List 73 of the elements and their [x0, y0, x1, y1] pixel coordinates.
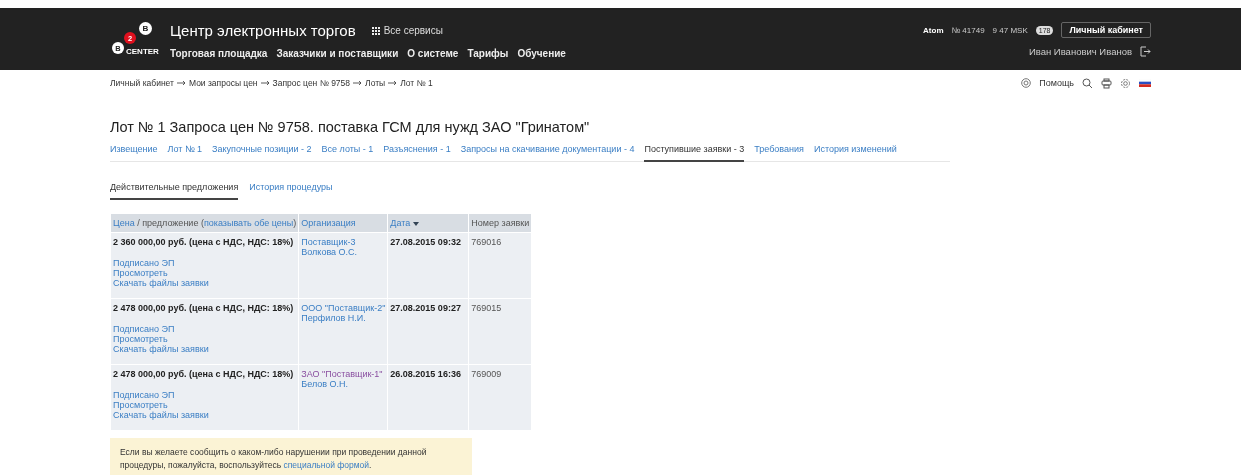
site-title[interactable]: Центр электронных торгов: [170, 22, 356, 39]
bid-number: 769015: [471, 303, 503, 313]
bid-link[interactable]: Подписано ЭП: [113, 258, 297, 268]
breadcrumb-link[interactable]: Мои запросы цен: [188, 78, 258, 88]
page-title: Лот № 1 Запроса цен № 9758. поставка ГСМ для нужд ЗАО "Гринатом": [110, 119, 591, 135]
notice-text: Если вы желаете сообщить о каком-либо нарушении при проведении данной процедуры, пожалуйста, воспользуйтесь специальной формой.: [110, 438, 472, 475]
arrow-icon: [388, 80, 398, 86]
sort-desc-icon: [412, 222, 419, 226]
organization-link[interactable]: ООО "Поставщик-2": [301, 303, 386, 313]
subtab[interactable]: Действительные предложения: [110, 179, 239, 200]
flag-icon[interactable]: [1139, 79, 1151, 87]
bid-link[interactable]: Подписано ЭП: [113, 390, 297, 400]
help-link[interactable]: Помощь: [1039, 78, 1074, 88]
bid-number: 769009: [471, 369, 503, 379]
nav-link[interactable]: О системе: [407, 48, 459, 59]
contact-link[interactable]: Волкова О.С.: [301, 247, 386, 257]
bid-link[interactable]: Скачать файлы заявки: [113, 410, 297, 420]
logout-icon[interactable]: [1140, 46, 1151, 57]
date-text: 27.08.2015 09:27: [390, 303, 462, 313]
organization-link[interactable]: Поставщик-3: [301, 237, 386, 247]
arrow-icon: [176, 80, 186, 86]
bid-link[interactable]: Скачать файлы заявки: [113, 278, 297, 288]
column-header: Номер заявки: [469, 214, 532, 232]
contact-link[interactable]: Белов О.Н.: [301, 379, 386, 389]
column-header[interactable]: Дата: [390, 218, 411, 228]
sort-link[interactable]: Цена: [113, 218, 135, 228]
price-text: 2 360 000,00 руб. (цена с НДС, НДС: 18%): [113, 237, 295, 247]
tab[interactable]: Требования: [754, 141, 804, 162]
grid-icon: [371, 26, 380, 35]
breadcrumb-link[interactable]: Лоты: [365, 78, 386, 88]
bid-link[interactable]: Просмотреть: [113, 400, 297, 410]
tab[interactable]: Извещение: [110, 141, 158, 162]
breadcrumb-link[interactable]: Запрос цен № 9758: [272, 78, 351, 88]
column-header: Цена / предложение (показывать обе цены): [111, 214, 299, 232]
arrow-icon: [353, 80, 363, 86]
tab[interactable]: Запросы на скачивание документации - 4: [460, 141, 635, 162]
bid-number: 769016: [471, 237, 503, 247]
user-name[interactable]: Иван Иванович Иванов: [1028, 46, 1132, 57]
account-number: № 41749: [951, 25, 985, 35]
cabinet-button[interactable]: Личный кабинет: [1061, 22, 1151, 38]
price-text: 2 478 000,00 руб. (цена с НДС, НДС: 18%): [113, 369, 295, 379]
bid-link[interactable]: Просмотреть: [113, 334, 297, 344]
nav-link[interactable]: Торговая площадка: [170, 48, 268, 59]
settings-icon[interactable]: [1120, 77, 1131, 89]
printer-icon[interactable]: [1101, 77, 1112, 89]
tab[interactable]: История изменений: [813, 141, 897, 162]
organization-link[interactable]: ЗАО "Поставщик-1": [301, 369, 386, 379]
logo-caption: CENTER: [126, 47, 159, 56]
bid-link[interactable]: Подписано ЭП: [113, 324, 297, 334]
tab[interactable]: Разъяснения - 1: [383, 141, 451, 162]
price-text: 2 478 000,00 руб. (цена с НДС, НДС: 18%): [113, 303, 295, 313]
nav-link[interactable]: Тарифы: [467, 48, 509, 59]
tab[interactable]: Все лоты - 1: [321, 141, 374, 162]
tab[interactable]: Поступившие заявки - 3: [644, 141, 745, 162]
breadcrumb-link[interactable]: Лот № 1: [400, 78, 433, 88]
arrow-icon: [260, 80, 270, 86]
clock-time: 9 47 MSK: [992, 25, 1028, 35]
nav-link[interactable]: Заказчики и поставщики: [276, 48, 399, 59]
tab[interactable]: Лот № 1: [167, 141, 203, 162]
tab[interactable]: Закупочные позиции - 2: [212, 141, 312, 162]
contact-link[interactable]: Перфилов Н.И.: [301, 313, 386, 323]
logo-letter: B: [139, 22, 152, 35]
company-name: Atom: [923, 25, 944, 35]
bid-link[interactable]: Просмотреть: [113, 268, 297, 278]
lifebuoy-icon[interactable]: [1021, 78, 1032, 88]
search-icon[interactable]: [1082, 77, 1093, 89]
subtab[interactable]: История процедуры: [249, 179, 333, 200]
date-text: 26.08.2015 16:36: [390, 369, 462, 379]
bid-link[interactable]: Скачать файлы заявки: [113, 344, 297, 354]
date-text: 27.08.2015 09:32: [390, 237, 462, 247]
services-link[interactable]: Все сервисы: [371, 25, 443, 36]
breadcrumb-link[interactable]: Личный кабинет: [110, 78, 174, 88]
nav-link[interactable]: Обучение: [517, 48, 566, 59]
